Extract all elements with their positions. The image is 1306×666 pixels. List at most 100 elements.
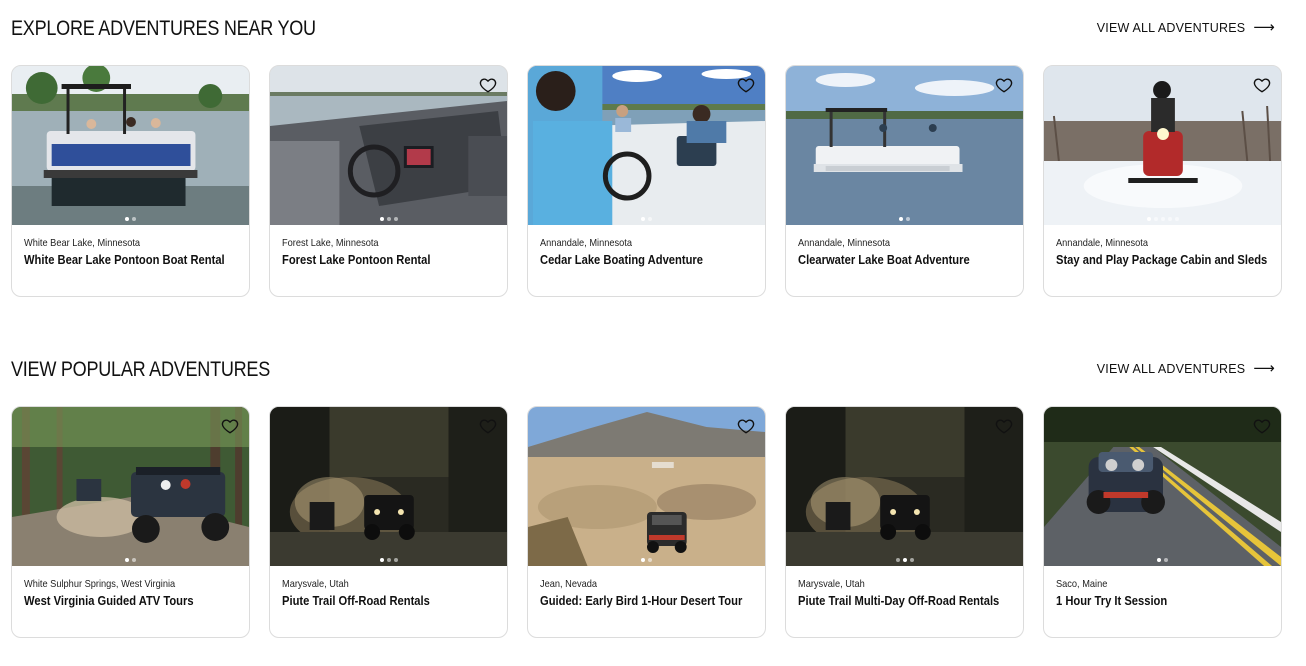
adventure-card[interactable]: White Sulphur Springs, West Virginia West… — [11, 406, 250, 638]
card-body: Annandale, Minnesota Clearwater Lake Boat… — [786, 225, 1023, 267]
adventure-card[interactable]: Annandale, Minnesota Clearwater Lake Boat… — [785, 65, 1024, 297]
heart-outline-icon[interactable] — [995, 417, 1013, 435]
adventure-image[interactable] — [1044, 66, 1281, 225]
card-title[interactable]: Forest Lake Pontoon Rental — [282, 252, 465, 267]
card-body: Forest Lake, Minnesota Forest Lake Pontoo… — [270, 225, 507, 267]
carousel-dot[interactable] — [386, 217, 391, 221]
carousel-dot[interactable] — [1164, 558, 1168, 562]
heart-outline-icon[interactable] — [1253, 76, 1271, 94]
adventure-image[interactable] — [270, 407, 507, 566]
adventure-image[interactable] — [528, 407, 765, 566]
card-location: Annandale, Minnesota — [540, 237, 632, 249]
carousel-dots — [270, 217, 507, 221]
adventure-card[interactable]: Annandale, Minnesota Stay and Play Packag… — [1043, 65, 1282, 297]
section-title: EXPLORE ADVENTURES NEAR YOU — [11, 17, 316, 40]
card-body: White Sulphur Springs, West Virginia West… — [12, 566, 249, 608]
card-title[interactable]: West Virginia Guided ATV Tours — [24, 593, 207, 608]
card-body: Annandale, Minnesota Cedar Lake Boating A… — [528, 225, 765, 267]
carousel-dots — [786, 558, 1023, 562]
section-header: VIEW POPULAR ADVENTURES VIEW ALL ADVENTU… — [0, 341, 1306, 403]
heart-outline-icon[interactable] — [221, 417, 239, 435]
carousel-dot[interactable] — [641, 217, 645, 221]
adventure-image[interactable] — [1044, 407, 1281, 566]
card-title[interactable]: Piute Trail Off-Road Rentals — [282, 593, 465, 608]
arrow-right-icon: ⟶ — [1253, 18, 1275, 36]
carousel-dot[interactable] — [132, 217, 136, 221]
heart-outline-icon[interactable] — [1253, 417, 1271, 435]
popular-section: VIEW POPULAR ADVENTURES VIEW ALL ADVENTU… — [0, 341, 1306, 638]
carousel-dot[interactable] — [393, 558, 398, 562]
carousel-dot[interactable] — [1174, 217, 1179, 221]
adventure-image[interactable] — [786, 407, 1023, 566]
carousel-dot[interactable] — [648, 558, 652, 562]
carousel-dot[interactable] — [1160, 217, 1165, 221]
carousel-dot[interactable] — [902, 558, 907, 562]
carousel-dot[interactable] — [132, 558, 136, 562]
card-title[interactable]: Cedar Lake Boating Adventure — [540, 252, 723, 267]
carousel-dot[interactable] — [648, 217, 652, 221]
adventure-card[interactable]: Annandale, Minnesota Cedar Lake Boating A… — [527, 65, 766, 297]
adventure-image[interactable] — [12, 66, 249, 225]
adventure-image[interactable] — [270, 66, 507, 225]
carousel-dot[interactable] — [379, 217, 384, 221]
carousel-dots — [1044, 558, 1281, 562]
section-header: EXPLORE ADVENTURES NEAR YOU VIEW ALL ADV… — [0, 0, 1306, 62]
card-location: Annandale, Minnesota — [1056, 237, 1148, 249]
section-title: VIEW POPULAR ADVENTURES — [11, 358, 271, 381]
card-body: Marysvale, Utah Piute Trail Multi-Day Off… — [786, 566, 1023, 608]
carousel-dot[interactable] — [1157, 558, 1161, 562]
carousel-dot[interactable] — [125, 558, 129, 562]
adventure-card[interactable]: Jean, Nevada Guided: Early Bird 1-Hour De… — [527, 406, 766, 638]
card-location: Jean, Nevada — [540, 578, 598, 590]
carousel-dots — [786, 217, 1023, 221]
carousel-dot[interactable] — [1153, 217, 1158, 221]
heart-outline-icon[interactable] — [737, 76, 755, 94]
card-title[interactable]: Piute Trail Multi-Day Off-Road Rentals — [798, 593, 999, 608]
view-all-adventures-link[interactable]: VIEW ALL ADVENTURES ⟶ — [1097, 359, 1275, 377]
carousel-dot[interactable] — [909, 558, 914, 562]
carousel-dots — [270, 558, 507, 562]
card-body: Annandale, Minnesota Stay and Play Packag… — [1044, 225, 1281, 267]
view-all-label: VIEW ALL ADVENTURES — [1096, 21, 1246, 35]
adventure-card[interactable]: White Bear Lake, Minnesota White Bear Lak… — [11, 65, 250, 297]
card-title[interactable]: Stay and Play Package Cabin and Sleds — [1056, 252, 1267, 267]
carousel-dots — [1044, 217, 1281, 221]
card-title[interactable]: 1 Hour Try It Session — [1056, 593, 1239, 608]
heart-outline-icon[interactable] — [479, 417, 497, 435]
carousel-dot[interactable] — [895, 558, 900, 562]
carousel-dot[interactable] — [906, 217, 910, 221]
card-location: Marysvale, Utah — [282, 578, 349, 590]
adventure-card[interactable]: Saco, Maine 1 Hour Try It Session — [1043, 406, 1282, 638]
card-location: Saco, Maine — [1056, 578, 1108, 590]
adventure-card[interactable]: Marysvale, Utah Piute Trail Off-Road Rent… — [269, 406, 508, 638]
card-title[interactable]: Clearwater Lake Boat Adventure — [798, 252, 981, 267]
adventure-image[interactable] — [12, 407, 249, 566]
card-location: Forest Lake, Minnesota — [282, 237, 379, 249]
view-all-adventures-link[interactable]: VIEW ALL ADVENTURES ⟶ — [1096, 18, 1275, 36]
carousel-dot[interactable] — [899, 217, 903, 221]
carousel-dots — [12, 558, 249, 562]
carousel-dot[interactable] — [1167, 217, 1172, 221]
explore-section: EXPLORE ADVENTURES NEAR YOU VIEW ALL ADV… — [0, 0, 1306, 297]
carousel-dots — [528, 558, 765, 562]
card-row: White Sulphur Springs, West Virginia West… — [11, 406, 1282, 638]
arrow-right-icon: ⟶ — [1253, 359, 1275, 377]
adventure-card[interactable]: Marysvale, Utah Piute Trail Multi-Day Off… — [785, 406, 1024, 638]
carousel-dots — [528, 217, 765, 221]
heart-outline-icon[interactable] — [737, 417, 755, 435]
adventure-image[interactable] — [786, 66, 1023, 225]
card-location: White Sulphur Springs, West Virginia — [24, 578, 176, 590]
card-body: Saco, Maine 1 Hour Try It Session — [1044, 566, 1281, 608]
carousel-dot[interactable] — [379, 558, 384, 562]
heart-outline-icon[interactable] — [995, 76, 1013, 94]
card-title[interactable]: Guided: Early Bird 1-Hour Desert Tour — [540, 593, 742, 608]
carousel-dot[interactable] — [386, 558, 391, 562]
carousel-dot[interactable] — [641, 558, 645, 562]
carousel-dot[interactable] — [125, 217, 129, 221]
adventure-card[interactable]: Forest Lake, Minnesota Forest Lake Pontoo… — [269, 65, 508, 297]
carousel-dot[interactable] — [1146, 217, 1151, 221]
card-title[interactable]: White Bear Lake Pontoon Boat Rental — [24, 252, 225, 267]
adventure-image[interactable] — [528, 66, 765, 225]
heart-outline-icon[interactable] — [479, 76, 497, 94]
carousel-dot[interactable] — [393, 217, 398, 221]
